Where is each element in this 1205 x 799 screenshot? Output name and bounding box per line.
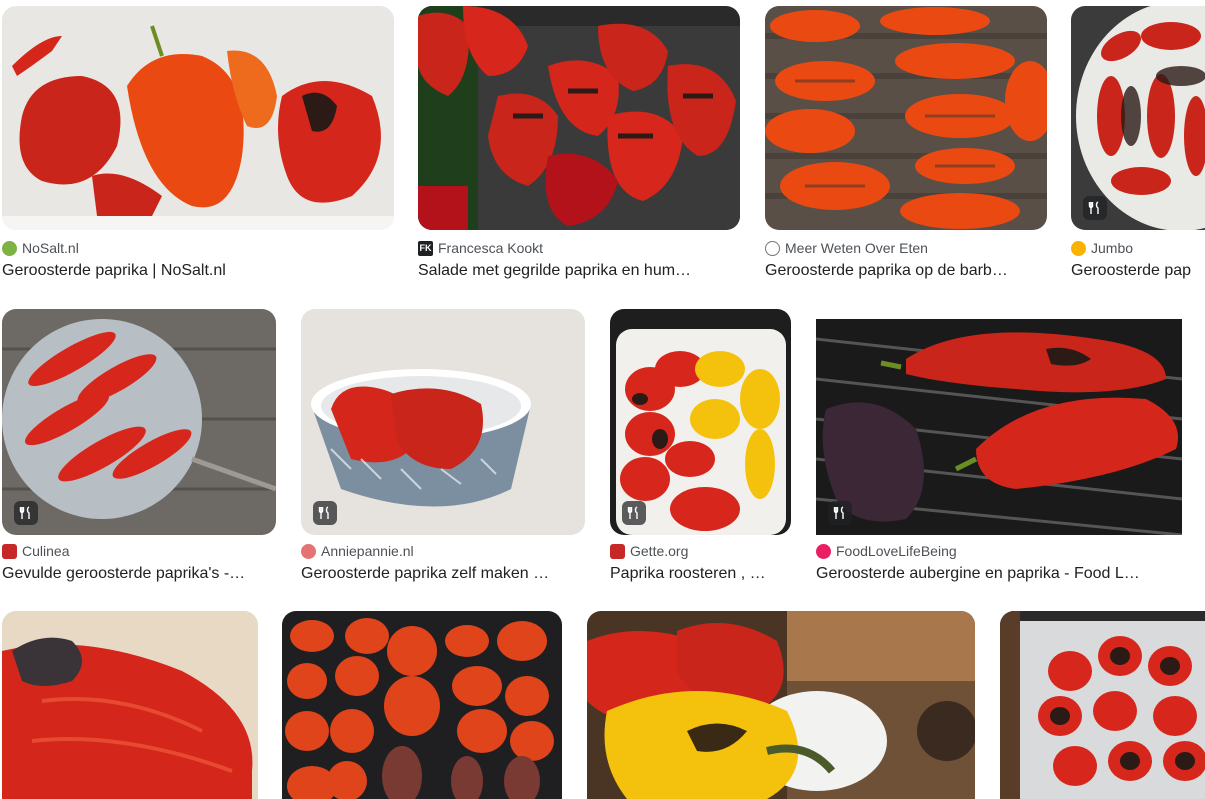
recipe-icon: [14, 501, 38, 525]
result-card[interactable]: NoSalt.nl Geroosterde paprika | NoSalt.n…: [2, 6, 394, 286]
source-name: Anniepannie.nl: [321, 543, 414, 559]
result-thumbnail[interactable]: [2, 611, 258, 799]
recipe-icon: [1083, 196, 1107, 220]
result-card[interactable]: [1000, 611, 1205, 799]
aubergine-peppers-grill-image: [816, 319, 1182, 535]
result-card[interactable]: Meer Weten Over Eten Geroosterde paprika…: [765, 6, 1047, 286]
source-name: Culinea: [22, 543, 70, 559]
stuffed-peppers-plate-image: [2, 309, 276, 535]
recipe-icon: [313, 501, 337, 525]
result-card[interactable]: Gette.org Paprika roosteren , …: [610, 309, 791, 587]
roasted-pepper-closeup-image: [2, 611, 258, 799]
bbq-peppers-image: [765, 6, 1047, 230]
result-thumbnail[interactable]: [765, 6, 1047, 230]
foodlove-favicon-icon: [816, 543, 831, 559]
gette-favicon-icon: [610, 543, 625, 559]
globe-favicon-icon: [765, 240, 780, 256]
result-title[interactable]: Salade met gegrilde paprika en hum…: [418, 262, 740, 280]
result-card[interactable]: Culinea Gevulde geroosterde paprika's -…: [2, 309, 276, 587]
result-source[interactable]: Gette.org: [610, 543, 688, 559]
result-title[interactable]: Gevulde geroosterde paprika's -…: [2, 565, 276, 583]
result-title[interactable]: Geroosterde paprika | NoSalt.nl: [2, 262, 394, 280]
result-title[interactable]: Geroosterde aubergine en paprika - Food …: [816, 565, 1182, 583]
yellow-red-peppers-plate-image: [587, 611, 975, 799]
fk-favicon-icon: FK: [418, 240, 433, 256]
result-source[interactable]: Meer Weten Over Eten: [765, 240, 928, 256]
result-thumbnail[interactable]: [418, 6, 740, 230]
result-thumbnail[interactable]: [587, 611, 975, 799]
result-thumbnail[interactable]: [816, 319, 1182, 535]
roasted-peppers-image: [2, 6, 394, 230]
source-name: NoSalt.nl: [22, 240, 79, 256]
peppers-bowl-image: [301, 309, 585, 535]
result-card[interactable]: [587, 611, 975, 799]
recipe-icon: [622, 501, 646, 525]
result-thumbnail[interactable]: [282, 611, 562, 799]
result-source[interactable]: FoodLoveLifeBeing: [816, 543, 957, 559]
result-thumbnail[interactable]: [2, 6, 394, 230]
source-name: Gette.org: [630, 543, 689, 559]
result-card[interactable]: Jumbo Geroosterde pap: [1071, 6, 1205, 286]
result-card[interactable]: FK Francesca Kookt Salade met gegrilde p…: [418, 6, 740, 286]
result-title[interactable]: Geroosterde pap: [1071, 262, 1205, 280]
result-source[interactable]: Anniepannie.nl: [301, 543, 414, 559]
result-title[interactable]: Geroosterde paprika zelf maken …: [301, 565, 585, 583]
result-card[interactable]: Anniepannie.nl Geroosterde paprika zelf …: [301, 309, 585, 587]
source-name: Jumbo: [1091, 240, 1134, 256]
result-card[interactable]: [282, 611, 562, 799]
result-title[interactable]: Geroosterde paprika op de barb…: [765, 262, 1047, 280]
result-thumbnail[interactable]: [301, 309, 585, 535]
result-thumbnail[interactable]: [1071, 6, 1205, 230]
result-thumbnail[interactable]: [2, 309, 276, 535]
result-title[interactable]: Paprika roosteren , …: [610, 565, 791, 583]
result-thumbnail[interactable]: [610, 309, 791, 535]
recipe-icon: [828, 501, 852, 525]
peppers-baking-tray-image: [282, 611, 562, 799]
result-card[interactable]: [2, 611, 258, 799]
grilled-peppers-pan-image: [418, 6, 740, 230]
result-card[interactable]: FoodLoveLifeBeing Geroosterde aubergine …: [816, 309, 1182, 587]
jumbo-favicon-icon: [1071, 240, 1086, 256]
nosalt-favicon-icon: [2, 240, 17, 256]
source-name: Francesca Kookt: [438, 240, 544, 256]
result-source[interactable]: NoSalt.nl: [2, 240, 79, 256]
result-source[interactable]: Culinea: [2, 543, 69, 559]
source-name: FoodLoveLifeBeing: [836, 543, 957, 559]
peppers-foil-tray-image: [1000, 611, 1205, 799]
result-thumbnail[interactable]: [1000, 611, 1205, 799]
anniepannie-favicon-icon: [301, 543, 316, 559]
result-source[interactable]: FK Francesca Kookt: [418, 240, 543, 256]
result-source[interactable]: Jumbo: [1071, 240, 1133, 256]
culinea-favicon-icon: [2, 543, 17, 559]
source-name: Meer Weten Over Eten: [785, 240, 928, 256]
